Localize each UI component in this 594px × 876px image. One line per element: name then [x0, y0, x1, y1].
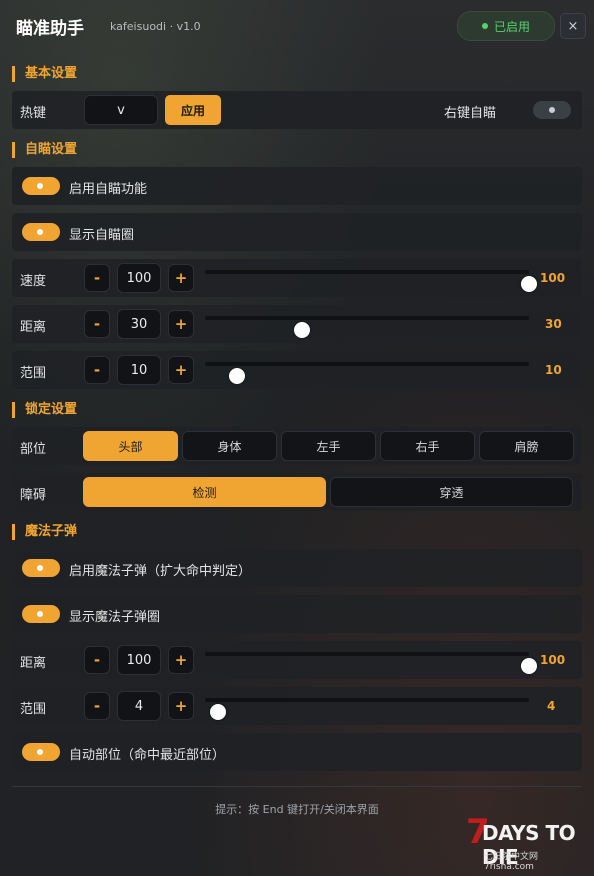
auto-part-toggle[interactable] — [22, 743, 60, 761]
slider-label: 范围 — [20, 366, 47, 381]
app-title: 瞄准助手 — [16, 19, 84, 39]
magic-range-slider-thumb[interactable] — [209, 704, 226, 720]
range-slider-track[interactable] — [205, 362, 529, 366]
increment-button[interactable]: + — [168, 310, 194, 338]
status-label: 已启用 — [493, 19, 530, 34]
toggle-knob — [37, 565, 43, 571]
part-option-head[interactable]: 头部 — [83, 431, 178, 461]
right-aim-label: 右键自瞄 — [444, 106, 497, 121]
distance-value-display: 30 — [545, 317, 562, 331]
part-option-body[interactable]: 身体 — [182, 431, 277, 461]
toggle-knob — [37, 183, 43, 189]
magic-enable-label: 启用魔法子弹（扩大命中判定） — [69, 564, 252, 579]
slider-label: 距离 — [20, 656, 47, 671]
status-badge[interactable]: 已启用 — [457, 11, 555, 41]
status-dot-icon — [481, 23, 488, 29]
increment-button[interactable]: + — [168, 356, 194, 384]
hotkey-row: 热键 v 应用 右键自瞄 — [12, 91, 582, 129]
magic-range-value-display: 4 — [547, 699, 556, 713]
range-value-display: 10 — [545, 363, 562, 377]
magic-enable-row: 启用魔法子弹（扩大命中判定） — [12, 549, 582, 587]
magic-distance-value-input[interactable]: 100 — [117, 645, 161, 675]
magic-distance-slider-thumb[interactable] — [521, 658, 537, 674]
lock-obstacle-row: 障碍 检测 穿透 — [12, 473, 582, 511]
aim-enable-row: 启用自瞄功能 — [12, 167, 582, 205]
magic-range-slider-track[interactable] — [205, 698, 529, 702]
aim-circle-label: 显示自瞄圈 — [69, 228, 135, 243]
aim-enable-toggle[interactable] — [22, 177, 60, 195]
magic-circle-row: 显示魔法子弹圈 — [12, 595, 582, 633]
hotkey-label: 热键 — [20, 106, 47, 121]
speed-value-display: 100 — [540, 271, 566, 285]
aim-circle-toggle[interactable] — [22, 223, 60, 241]
magic-range-value-input[interactable]: 4 — [117, 691, 161, 721]
part-option-left-hand[interactable]: 左手 — [281, 431, 376, 461]
decrement-button[interactable]: - — [84, 646, 110, 674]
app-subtitle: kafeisuodi · v1.0 — [110, 20, 201, 33]
header: 瞄准助手 kafeisuodi · v1.0 已启用 × — [0, 0, 594, 50]
aim-assistant-panel: 瞄准助手 kafeisuodi · v1.0 已启用 × 基本设置 热键 v 应… — [0, 0, 594, 876]
increment-button[interactable]: + — [168, 264, 194, 292]
aim-enable-label: 启用自瞄功能 — [69, 182, 148, 197]
right-aim-toggle[interactable] — [533, 101, 571, 119]
section-aim-title: 自瞄设置 — [12, 142, 77, 158]
lock-part-row: 部位 头部 身体 左手 右手 肩膀 — [12, 427, 582, 465]
magic-distance-row: 距离 - 100 + 100 — [12, 641, 582, 679]
aim-distance-row: 距离 - 30 + 30 — [12, 305, 582, 343]
obstacle-option-penetrate[interactable]: 穿透 — [330, 477, 573, 507]
slider-label: 速度 — [20, 274, 47, 289]
toggle-knob — [37, 229, 43, 235]
distance-slider-thumb[interactable] — [294, 322, 311, 338]
part-label: 部位 — [20, 442, 47, 457]
toggle-knob — [37, 611, 43, 617]
section-lock-title: 锁定设置 — [12, 402, 77, 418]
speed-value-input[interactable]: 100 — [117, 263, 161, 293]
distance-slider-track[interactable] — [205, 316, 529, 320]
apply-button[interactable]: 应用 — [165, 95, 221, 125]
obstacle-label: 障碍 — [20, 488, 47, 503]
magic-circle-toggle[interactable] — [22, 605, 60, 623]
aim-circle-row: 显示自瞄圈 — [12, 213, 582, 251]
magic-distance-slider-track[interactable] — [205, 652, 529, 656]
distance-value-input[interactable]: 30 — [117, 309, 161, 339]
magic-range-row: 范围 - 4 + 4 — [12, 687, 582, 725]
footer-divider — [12, 786, 582, 787]
speed-slider-thumb[interactable] — [521, 276, 537, 292]
increment-button[interactable]: + — [168, 646, 194, 674]
increment-button[interactable]: + — [168, 692, 194, 720]
auto-part-row: 自动部位（命中最近部位） — [12, 733, 582, 771]
range-value-input[interactable]: 10 — [117, 355, 161, 385]
magic-circle-label: 显示魔法子弹圈 — [69, 610, 161, 625]
part-option-shoulder[interactable]: 肩膀 — [479, 431, 574, 461]
part-option-right-hand[interactable]: 右手 — [380, 431, 475, 461]
close-button[interactable]: × — [560, 13, 586, 39]
section-magic-title: 魔法子弹 — [12, 524, 77, 540]
logo-subtitle: 七日杀中文网 7risha.com — [484, 852, 539, 872]
toggle-knob — [549, 107, 555, 113]
magic-distance-value-display: 100 — [540, 653, 566, 667]
magic-enable-toggle[interactable] — [22, 559, 60, 577]
auto-part-label: 自动部位（命中最近部位） — [69, 748, 226, 763]
aim-speed-row: 速度 - 100 + 100 — [12, 259, 582, 297]
decrement-button[interactable]: - — [84, 310, 110, 338]
toggle-knob — [37, 749, 43, 755]
aim-range-row: 范围 - 10 + 10 — [12, 351, 582, 389]
hotkey-input[interactable]: v — [84, 95, 158, 125]
obstacle-option-detect[interactable]: 检测 — [83, 477, 326, 507]
game-logo: 7 DAYS TO DIE 七日杀中文网 7risha.com — [464, 815, 588, 872]
decrement-button[interactable]: - — [84, 356, 110, 384]
slider-label: 距离 — [20, 320, 47, 335]
section-basic-title: 基本设置 — [12, 66, 77, 82]
decrement-button[interactable]: - — [84, 264, 110, 292]
decrement-button[interactable]: - — [84, 692, 110, 720]
speed-slider-track[interactable] — [205, 270, 529, 274]
slider-label: 范围 — [20, 702, 47, 717]
range-slider-thumb[interactable] — [229, 368, 246, 384]
